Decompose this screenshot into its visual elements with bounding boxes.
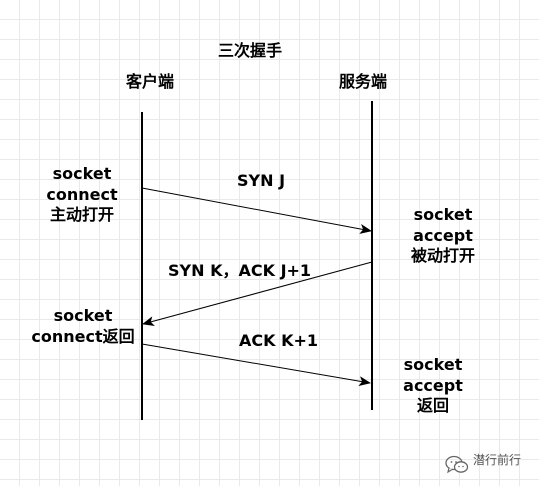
message-label-syn: SYN J bbox=[237, 171, 286, 190]
client-note-open-line: connect bbox=[46, 184, 118, 204]
client-note-open-line: 主动打开 bbox=[49, 205, 114, 224]
server-participant-label: 服务端 bbox=[339, 72, 388, 91]
client-note-open: socket connect 主动打开 bbox=[42, 164, 122, 226]
client-note-return-line: socket bbox=[53, 306, 113, 325]
client-note-return-line: connect返回 bbox=[31, 326, 135, 346]
server-note-open-line: 被动打开 bbox=[410, 246, 475, 265]
server-note-open-line: accept bbox=[413, 225, 473, 245]
wechat-icon bbox=[445, 455, 469, 474]
server-note-return-line: accept bbox=[403, 375, 463, 395]
server-note-open: socket accept 被动打开 bbox=[398, 205, 488, 267]
watermark: 潜行前行 bbox=[445, 449, 535, 483]
client-note-return: socket connect返回 bbox=[25, 306, 141, 347]
server-note-return: socket accept 返回 bbox=[390, 355, 476, 417]
server-note-return-line: 返回 bbox=[416, 396, 449, 415]
client-participant-label: 客户端 bbox=[126, 72, 175, 91]
message-arrow-syn bbox=[141, 187, 372, 234]
watermark-name: 潜行前行 bbox=[473, 453, 522, 467]
diagram-title: 三次握手 bbox=[218, 41, 283, 60]
server-note-open-line: socket bbox=[413, 205, 473, 224]
server-note-return-line: socket bbox=[403, 355, 463, 374]
client-note-open-line: socket bbox=[52, 164, 112, 183]
watermark-subtitle bbox=[473, 469, 475, 477]
message-label-syn-ack: SYN K，ACK J+1 bbox=[168, 261, 312, 280]
message-label-ack: ACK K+1 bbox=[239, 331, 319, 350]
